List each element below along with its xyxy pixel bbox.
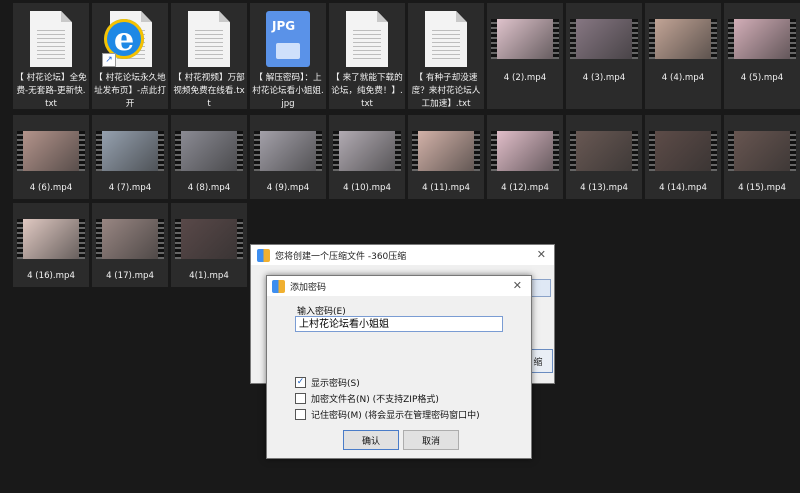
- remember-password-label: 记住密码(M) (将会显示在管理密码窗口中): [311, 411, 480, 421]
- file-name: 【 村花视频】万部视频免费在线看.txt: [173, 73, 245, 109]
- file-item[interactable]: 4 (8).mp4: [171, 115, 247, 199]
- video-thumbnail: [649, 121, 717, 181]
- file-name: 4 (9).mp4: [266, 183, 310, 193]
- confirm-button[interactable]: 确认: [343, 430, 399, 450]
- file-item[interactable]: 4 (4).mp4: [645, 3, 721, 109]
- video-thumbnail: [728, 121, 796, 181]
- file-name: 4 (13).mp4: [580, 183, 628, 193]
- video-thumbnail: [175, 209, 243, 269]
- file-name: 【 有种子却没速度？来村花论坛人工加速】.txt: [411, 73, 481, 109]
- encrypt-filenames-checkbox[interactable]: [295, 393, 306, 404]
- file-item[interactable]: 【 有种子却没速度？来村花论坛人工加速】.txt: [408, 3, 484, 109]
- cancel-button[interactable]: 取消: [403, 430, 459, 450]
- file-item[interactable]: 4 (17).mp4: [92, 203, 168, 287]
- file-item[interactable]: 4 (7).mp4: [92, 115, 168, 199]
- file-name: 4 (11).mp4: [422, 183, 470, 193]
- add-password-close-icon[interactable]: ✕: [513, 279, 522, 292]
- video-thumbnail: [491, 121, 559, 181]
- 360zip-icon: [272, 279, 285, 293]
- file-name: 4 (3).mp4: [582, 73, 626, 83]
- video-thumbnail: [17, 209, 85, 269]
- show-password-label: 显示密码(S): [311, 379, 360, 389]
- file-name: 4 (14).mp4: [659, 183, 707, 193]
- add-password-dialog: 添加密码 ✕ 输入密码(E) 上村花论坛看小姐姐 ✓ 显示密码(S) 加密文件名…: [266, 275, 532, 459]
- file-name: 4 (5).mp4: [740, 73, 784, 83]
- video-thumbnail: [649, 9, 717, 69]
- video-thumbnail: [491, 9, 559, 69]
- text-file-icon: [412, 9, 480, 69]
- file-name: 【 解压密码】：上村花论坛看小姐姐.jpg: [252, 73, 324, 109]
- file-name: 4 (15).mp4: [738, 183, 786, 193]
- file-item[interactable]: 4 (6).mp4: [13, 115, 89, 199]
- video-thumbnail: [96, 209, 164, 269]
- video-thumbnail: [570, 121, 638, 181]
- text-file-icon: [17, 9, 85, 69]
- file-name: 4 (2).mp4: [503, 73, 547, 83]
- file-name: 4 (8).mp4: [187, 183, 231, 193]
- file-item[interactable]: 4(1).mp4: [171, 203, 247, 287]
- file-name: 4 (4).mp4: [661, 73, 705, 83]
- file-name: 4(1).mp4: [189, 271, 229, 281]
- file-name: 【 村花论坛永久地址发布页】-点此打开: [94, 73, 166, 109]
- 360zip-icon: [257, 248, 270, 262]
- compress-dialog-titlebar[interactable]: 您将创建一个压缩文件 -360压缩: [251, 245, 554, 265]
- file-name: 【 来了就能下载的论坛，纯免费！】.txt: [331, 73, 403, 109]
- text-file-icon: [175, 9, 243, 69]
- file-item[interactable]: e ↗ 【 村花论坛永久地址发布页】-点此打开: [92, 3, 168, 109]
- file-item[interactable]: 4 (16).mp4: [13, 203, 89, 287]
- file-name: 4 (17).mp4: [106, 271, 154, 281]
- file-item[interactable]: 4 (12).mp4: [487, 115, 563, 199]
- file-item[interactable]: 4 (10).mp4: [329, 115, 405, 199]
- file-item[interactable]: 4 (3).mp4: [566, 3, 642, 109]
- remember-password-checkbox[interactable]: [295, 409, 306, 420]
- show-password-option[interactable]: ✓ 显示密码(S): [295, 376, 360, 389]
- file-item[interactable]: 【 来了就能下载的论坛，纯免费！】.txt: [329, 3, 405, 109]
- jpg-file-icon: JPG: [254, 9, 322, 69]
- compress-dialog-title: 您将创建一个压缩文件 -360压缩: [275, 251, 407, 262]
- file-item[interactable]: 4 (9).mp4: [250, 115, 326, 199]
- encrypt-filenames-option[interactable]: 加密文件名(N) (不支持ZIP格式): [295, 392, 439, 405]
- file-item[interactable]: JPG 【 解压密码】：上村花论坛看小姐姐.jpg: [250, 3, 326, 109]
- video-thumbnail: [728, 9, 796, 69]
- video-thumbnail: [96, 121, 164, 181]
- video-thumbnail: [570, 9, 638, 69]
- remember-password-option[interactable]: 记住密码(M) (将会显示在管理密码窗口中): [295, 408, 480, 421]
- compress-dialog-close-icon[interactable]: ✕: [537, 248, 546, 261]
- text-file-icon: [333, 9, 401, 69]
- file-name: 【 村花论坛】全免费-无套路-更新快.txt: [15, 73, 87, 109]
- show-password-checkbox[interactable]: ✓: [295, 377, 306, 388]
- file-name: 4 (7).mp4: [108, 183, 152, 193]
- file-item[interactable]: 4 (5).mp4: [724, 3, 800, 109]
- file-name: 4 (16).mp4: [27, 271, 75, 281]
- password-input[interactable]: 上村花论坛看小姐姐: [295, 316, 503, 332]
- video-thumbnail: [175, 121, 243, 181]
- file-item[interactable]: 4 (11).mp4: [408, 115, 484, 199]
- file-item[interactable]: 4 (2).mp4: [487, 3, 563, 109]
- add-password-title: 添加密码: [290, 282, 327, 293]
- file-item[interactable]: 4 (13).mp4: [566, 115, 642, 199]
- internet-shortcut-icon: e ↗: [96, 9, 164, 69]
- file-item[interactable]: 【 村花视频】万部视频免费在线看.txt: [171, 3, 247, 109]
- file-item[interactable]: 4 (14).mp4: [645, 115, 721, 199]
- video-thumbnail: [333, 121, 401, 181]
- file-item[interactable]: 【 村花论坛】全免费-无套路-更新快.txt: [13, 3, 89, 109]
- video-thumbnail: [254, 121, 322, 181]
- encrypt-filenames-label: 加密文件名(N) (不支持ZIP格式): [311, 395, 439, 405]
- file-name: 4 (12).mp4: [501, 183, 549, 193]
- file-item[interactable]: 4 (15).mp4: [724, 115, 800, 199]
- add-password-titlebar[interactable]: 添加密码: [267, 276, 531, 296]
- file-name: 4 (6).mp4: [29, 183, 73, 193]
- file-name: 4 (10).mp4: [343, 183, 391, 193]
- video-thumbnail: [412, 121, 480, 181]
- video-thumbnail: [17, 121, 85, 181]
